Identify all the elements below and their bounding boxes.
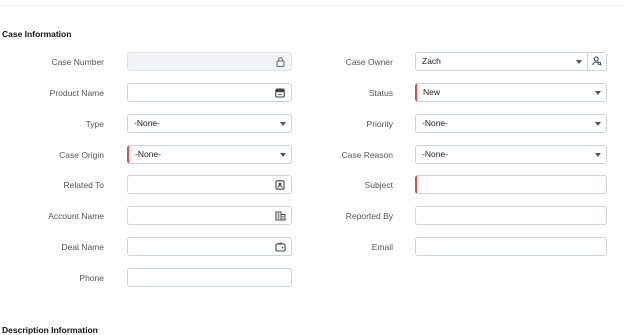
section-title-case-information: Case Information [2,29,72,39]
chevron-down-icon [280,122,286,126]
case-number-field [127,52,292,71]
section-title-description-information: Description Information [2,325,98,335]
user-lookup-button[interactable] [587,53,606,70]
email-input[interactable] [415,237,607,256]
product-name-input[interactable] [127,83,292,102]
chevron-down-icon [595,91,601,95]
label-status: Status [368,88,393,98]
account-name-input[interactable] [127,206,292,225]
type-select[interactable]: -None- [127,114,292,133]
label-subject: Subject [364,180,393,190]
phone-input[interactable] [127,268,292,287]
contact-lookup-icon[interactable] [271,176,289,193]
label-case-origin: Case Origin [59,150,104,160]
priority-select[interactable]: -None- [415,114,607,133]
product-lookup-icon[interactable] [271,84,289,101]
label-reported-by: Reported By [345,211,393,221]
label-deal-name: Deal Name [61,242,104,252]
status-value: New [423,87,441,97]
chevron-down-icon [595,122,601,126]
label-email: Email [371,242,393,252]
label-case-owner: Case Owner [345,57,393,67]
label-product-name: Product Name [49,88,104,98]
case-owner-select[interactable]: Zach [415,52,607,71]
label-related-to: Related To [63,180,104,190]
deal-name-input[interactable] [127,237,292,256]
label-phone: Phone [79,273,104,283]
deal-wallet-icon[interactable] [271,238,289,255]
building-icon[interactable] [271,207,289,224]
case-reason-select[interactable]: -None- [415,145,607,164]
label-case-reason: Case Reason [341,150,393,160]
label-type: Type [85,119,104,129]
top-divider [0,5,624,6]
reported-by-input[interactable] [415,206,607,225]
type-value: -None- [134,118,160,128]
status-select[interactable]: New [415,83,607,102]
label-case-number: Case Number [51,57,104,67]
subject-input[interactable] [415,175,607,194]
priority-value: -None- [422,118,448,128]
case-owner-value: Zach [422,56,441,66]
related-to-input[interactable] [127,175,292,194]
label-priority: Priority [366,119,393,129]
lock-icon [271,53,289,70]
chevron-down-icon [280,153,286,157]
case-origin-select[interactable]: -None- [127,145,292,164]
user-lookup-icon [592,53,602,71]
chevron-down-icon [595,153,601,157]
label-account-name: Account Name [48,211,104,221]
chevron-down-icon [576,60,582,64]
case-reason-value: -None- [422,149,448,159]
case-origin-value: -None- [135,149,161,159]
